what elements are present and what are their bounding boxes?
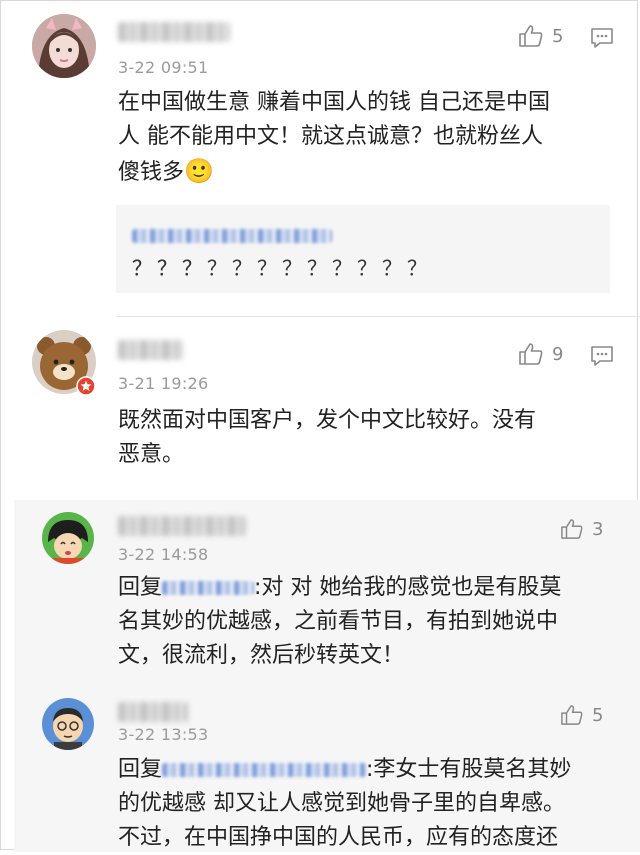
comment-body: 在中国做生意 赚着中国人的钱 自己还是中国 人 能不能用中文！就这点诚意？也就粉… [118, 86, 550, 190]
comment-timestamp: 3-21 19:26 [118, 374, 209, 393]
reply-prefix: 回复 [118, 757, 163, 782]
like-count: 9 [552, 343, 564, 365]
reply-timestamp: 3-22 13:53 [118, 725, 209, 744]
like-count: 5 [592, 704, 604, 726]
comment-line: 既然面对中国客户，发个中文比较好。没有 [118, 408, 537, 433]
comment-line-text: 傻钱多 [118, 160, 185, 185]
comment-line: 人 能不能用中文！就这点诚意？也就粉丝人 [118, 124, 543, 149]
star-badge-icon [76, 376, 96, 396]
comment-bubble-icon[interactable] [590, 345, 614, 367]
like-button[interactable]: 3 [560, 518, 603, 540]
thumbs-up-icon [561, 519, 583, 539]
thumbs-up-icon [561, 705, 583, 725]
reply-text: :李女士有股莫名其妙 [366, 757, 572, 782]
reply-line: 不过，在中国挣中国的人民币，应有的态度还 [118, 825, 559, 850]
reply-line: 文，很流利，然后秒转英文！ [118, 643, 405, 668]
quoted-reply[interactable]: ？？？？？？？？？？？？ ？？？ [116, 205, 610, 293]
username-blurred[interactable] [118, 516, 246, 536]
like-button[interactable]: 9 [518, 342, 563, 366]
username-blurred[interactable] [118, 340, 184, 360]
comment-line: 恶意。 [118, 442, 185, 467]
reply-line: 回复 :对 对 她给我的感觉也是有股莫 [118, 571, 561, 605]
reply-line: 回复 :李女士有股莫名其妙 [118, 753, 571, 787]
thumbs-up-icon [519, 343, 543, 365]
smiley-emoji: 🙂 [184, 157, 214, 185]
avatar[interactable] [32, 14, 96, 78]
comment-bubble-icon[interactable] [590, 27, 614, 49]
quoted-username-blurred [132, 228, 332, 243]
reply-body: 回复 :李女士有股莫名其妙 的优越感 却又让人感觉到她骨子里的自卑感。 不过，在中… [118, 753, 571, 855]
reply-target-blurred[interactable] [162, 581, 255, 595]
avatar[interactable] [42, 698, 94, 750]
reply-timestamp: 3-22 14:58 [118, 545, 209, 564]
like-button[interactable]: 5 [518, 24, 563, 48]
reply-target-blurred[interactable] [162, 763, 367, 777]
reply-text: :对 对 她给我的感觉也是有股莫 [254, 575, 562, 600]
like-count: 3 [592, 518, 604, 540]
avatar-girl-image [32, 14, 96, 78]
thumbs-up-icon [519, 25, 543, 47]
comment-line: 傻钱多🙂 [118, 154, 550, 190]
like-button[interactable]: 5 [560, 704, 603, 726]
comment-line: 在中国做生意 赚着中国人的钱 自己还是中国 [118, 90, 550, 115]
reply-prefix: 回复 [118, 575, 163, 600]
reply-line: 名其妙的优越感，之前看节目，有拍到她说中 [118, 609, 559, 634]
comment-body: 既然面对中国客户，发个中文比较好。没有 恶意。 [118, 404, 536, 472]
avatar-cartoon-man-image [42, 698, 94, 750]
like-count: 5 [552, 25, 564, 47]
quoted-line: ？？？ [132, 256, 207, 280]
divider [116, 316, 640, 317]
comment-timestamp: 3-22 09:51 [118, 58, 209, 77]
avatar[interactable] [42, 512, 94, 564]
reply-body: 回复:对 对 她给我的感觉也是有股莫 名其妙的优越感，之前看节目，有拍到她说中 … [118, 571, 561, 673]
reply-line: 的优越感 却又让人感觉到她骨子里的自卑感。 [118, 791, 565, 816]
avatar-cartoon-girl-image [42, 512, 94, 564]
username-blurred[interactable] [118, 702, 188, 722]
username-blurred[interactable] [118, 22, 230, 42]
